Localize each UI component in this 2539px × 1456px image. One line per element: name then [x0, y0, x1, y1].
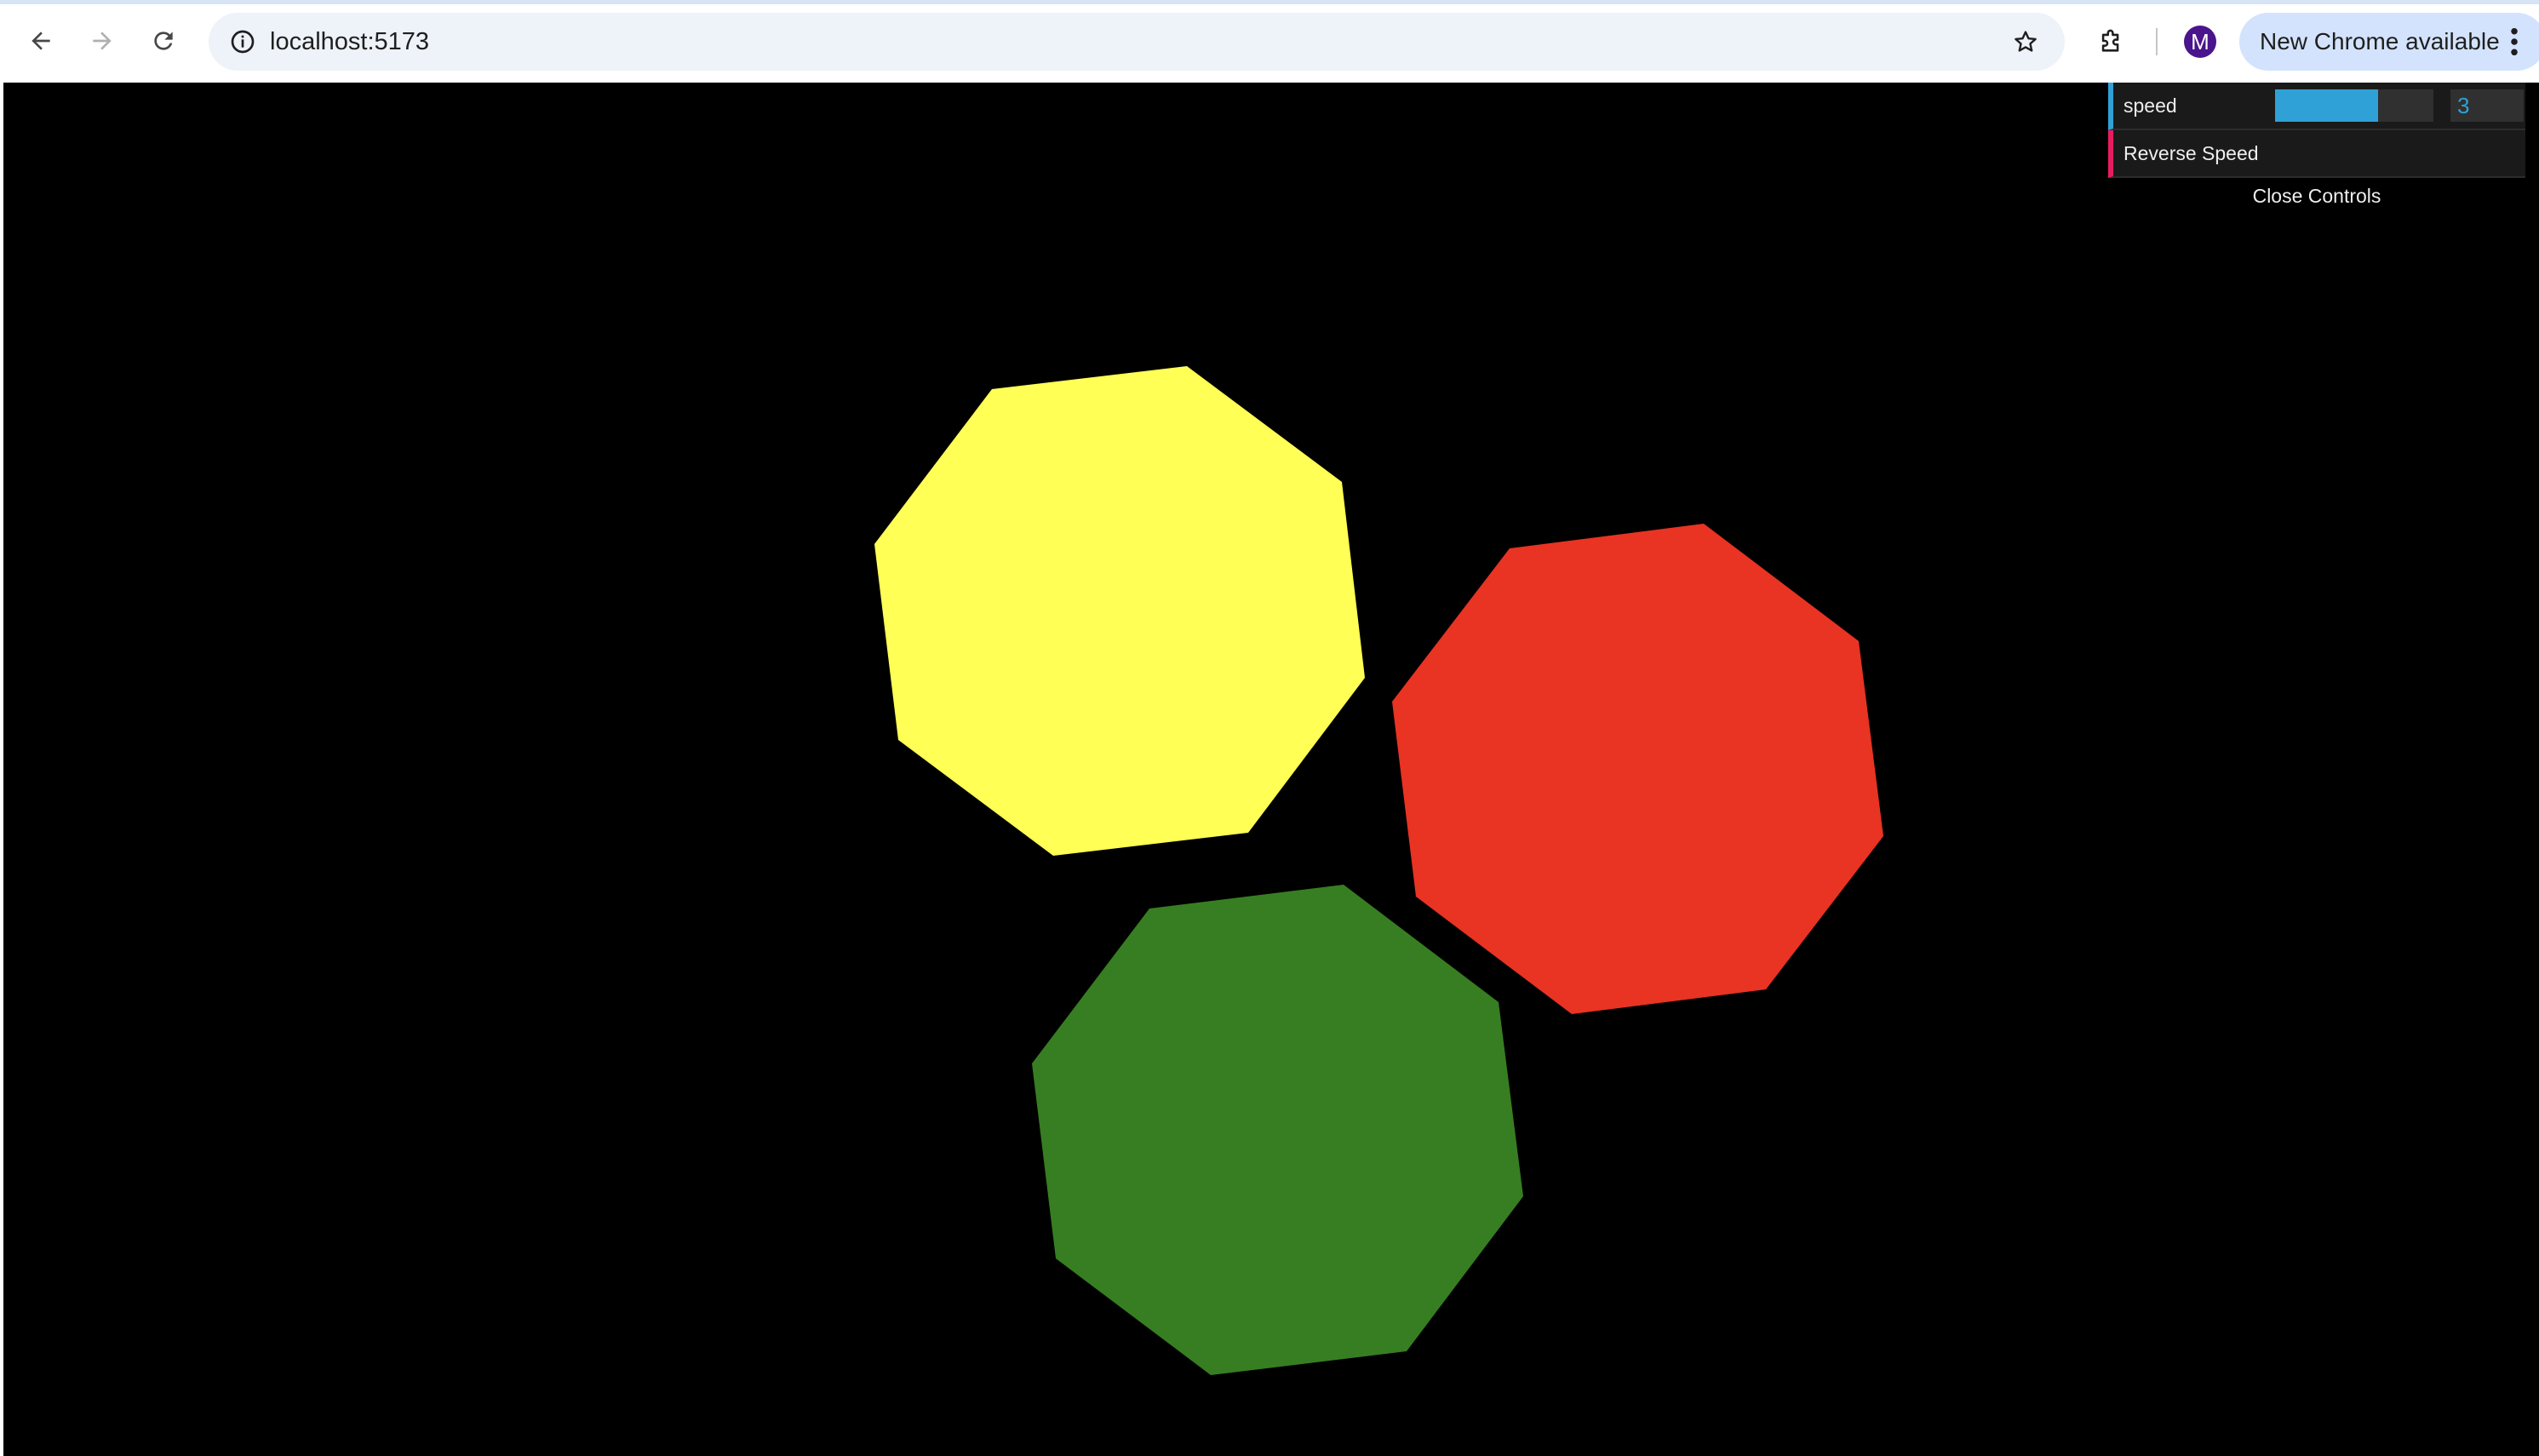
star-icon [2015, 31, 2037, 52]
browser-toolbar: localhost:5173 M New Chrome available [0, 0, 2539, 83]
info-icon [231, 30, 255, 54]
yellow-octagon [874, 366, 1365, 856]
speed-input[interactable]: 3 [2450, 89, 2524, 122]
address-bar[interactable]: localhost:5173 [209, 13, 2065, 71]
update-chrome-label: New Chrome available [2260, 28, 2500, 54]
url-text[interactable]: localhost:5173 [270, 26, 429, 58]
reload-button[interactable] [140, 17, 187, 65]
site-info-button[interactable] [222, 21, 263, 62]
speed-label: speed [2123, 95, 2177, 117]
red-octagon [1392, 524, 1883, 1014]
profile-avatar[interactable]: M [2184, 26, 2216, 58]
speed-control: speed 3 [2108, 83, 2525, 130]
loading-bar [0, 0, 2539, 4]
back-arrow-icon [32, 32, 50, 50]
scene-canvas[interactable] [0, 83, 2539, 1456]
speed-slider-fill [2275, 89, 2378, 122]
webgl-canvas-page: speed 3 Reverse Speed Close Controls [0, 83, 2539, 1456]
bookmark-button[interactable] [2005, 21, 2046, 62]
extensions-button[interactable] [2088, 17, 2135, 65]
toolbar-divider [2156, 28, 2158, 55]
chrome-menu-button[interactable] [2497, 25, 2531, 59]
back-button[interactable] [17, 17, 65, 65]
browser-window: localhost:5173 M New Chrome available sp… [0, 0, 2539, 1456]
green-octagon [1032, 885, 1523, 1375]
puzzle-icon [2101, 29, 2119, 52]
reverse-speed-label: Reverse Speed [2123, 142, 2259, 164]
three-dot-menu-icon [2511, 27, 2518, 56]
controls-panel: speed 3 Reverse Speed Close Controls [2108, 83, 2525, 214]
forward-arrow-icon [93, 32, 112, 50]
forward-button[interactable] [78, 17, 126, 65]
speed-slider[interactable] [2275, 89, 2433, 122]
reverse-speed-button[interactable]: Reverse Speed [2108, 130, 2525, 178]
reload-icon [154, 32, 173, 50]
update-chrome-button[interactable]: New Chrome available [2239, 13, 2539, 71]
close-controls-button[interactable]: Close Controls [2108, 178, 2525, 214]
